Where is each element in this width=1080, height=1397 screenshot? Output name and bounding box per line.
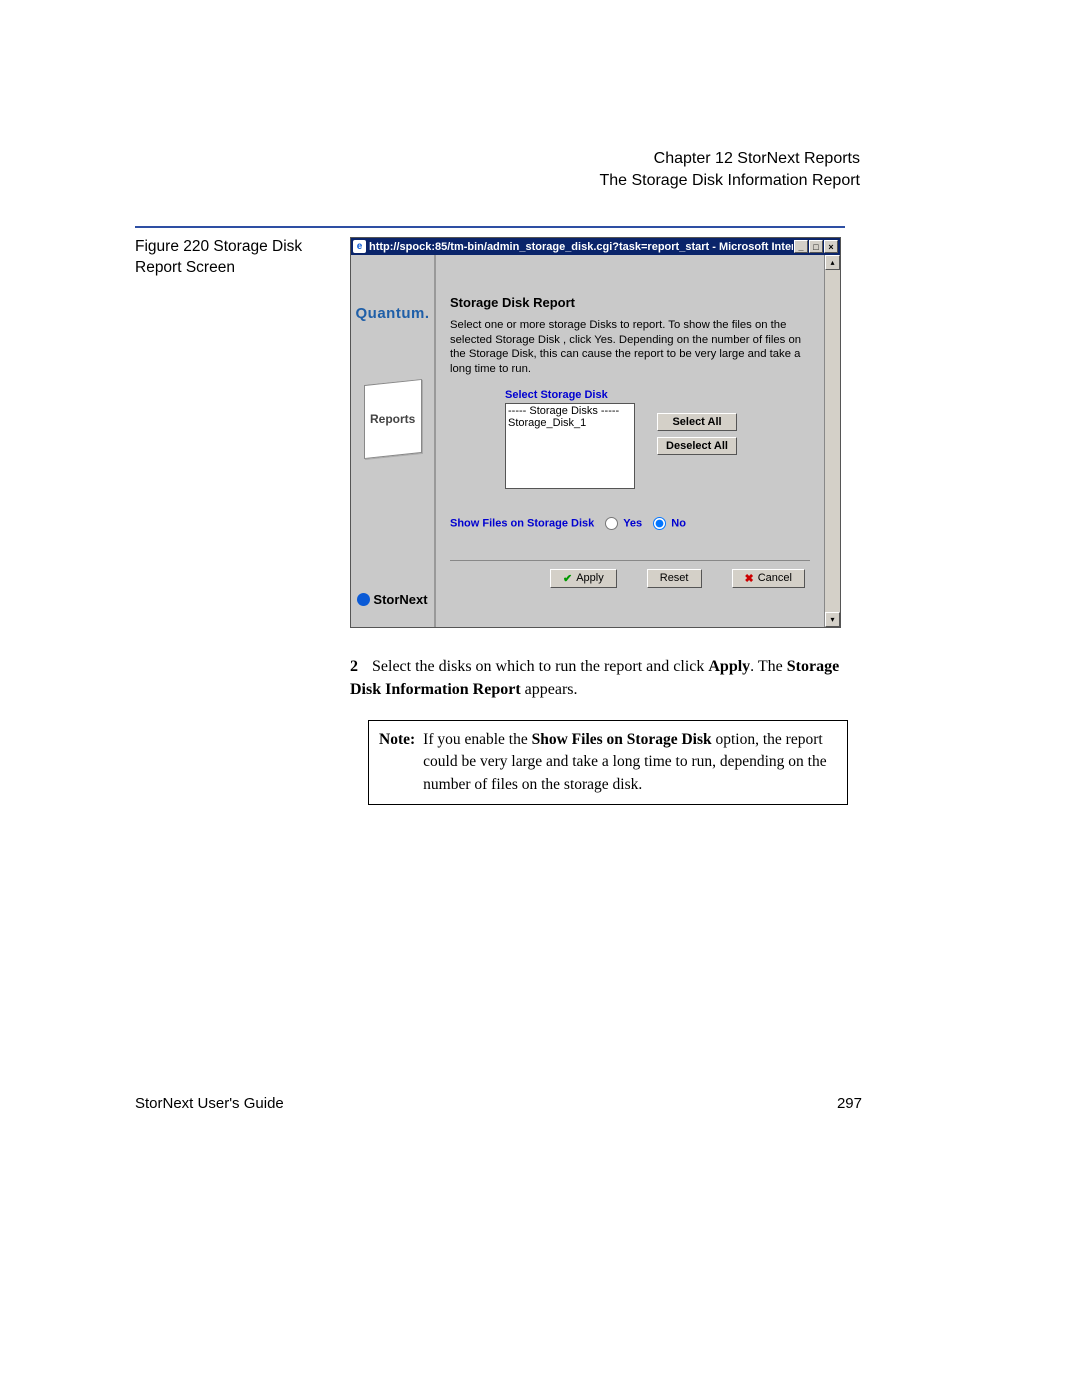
note-bold-1: Show Files on Storage Disk xyxy=(532,731,712,748)
stornext-dot-icon xyxy=(357,593,370,606)
book-label: Reports xyxy=(370,412,415,426)
report-panel: Storage Disk Report Select one or more s… xyxy=(436,255,824,627)
action-button-row: ✔ Apply Reset ✖ Cancel xyxy=(450,560,810,588)
show-files-label: Show Files on Storage Disk xyxy=(450,517,594,529)
storage-disk-listbox[interactable]: ----- Storage Disks ----- Storage_Disk_1 xyxy=(505,403,635,489)
report-description: Select one or more storage Disks to repo… xyxy=(450,318,810,377)
apply-button[interactable]: ✔ Apply xyxy=(550,569,617,588)
stornext-logo: StorNext xyxy=(357,592,427,607)
ie-icon: e xyxy=(353,240,366,253)
apply-bold: Apply xyxy=(708,658,750,675)
window-titlebar: e http://spock:85/tm-bin/admin_storage_d… xyxy=(351,238,840,255)
radio-no-label: No xyxy=(671,517,686,529)
note-body: If you enable the Show Files on Storage … xyxy=(423,729,837,796)
cancel-button[interactable]: ✖ Cancel xyxy=(732,569,805,588)
select-all-button[interactable]: Select All xyxy=(657,413,737,431)
reports-book-icon: Reports xyxy=(364,379,422,459)
reset-label: Reset xyxy=(660,572,689,584)
radio-yes-label: Yes xyxy=(623,517,642,529)
select-storage-disk-label: Select Storage Disk xyxy=(505,389,810,401)
page-header: Chapter 12 StorNext Reports The Storage … xyxy=(599,148,860,193)
note-label: Note: xyxy=(379,729,415,796)
deselect-all-button[interactable]: Deselect All xyxy=(657,437,737,455)
scroll-up-button[interactable]: ▴ xyxy=(825,255,840,270)
step-text-2: . The xyxy=(750,658,787,675)
screenshot-window: e http://spock:85/tm-bin/admin_storage_d… xyxy=(350,237,841,628)
close-button[interactable]: × xyxy=(824,240,838,253)
footer-guide-title: StorNext User's Guide xyxy=(135,1095,284,1112)
step-number: 2 xyxy=(350,655,368,678)
apply-label: Apply xyxy=(576,572,604,584)
show-files-yes-radio[interactable] xyxy=(605,517,618,530)
cancel-label: Cancel xyxy=(758,572,792,584)
list-item[interactable]: Storage_Disk_1 xyxy=(508,417,632,429)
header-rule xyxy=(135,226,845,228)
report-title: Storage Disk Report xyxy=(450,295,810,310)
list-item[interactable]: ----- Storage Disks ----- xyxy=(508,405,632,417)
vertical-scrollbar[interactable]: ▴ ▾ xyxy=(824,255,840,627)
footer-page-number: 297 xyxy=(837,1095,862,1112)
brand-logo: Quantum. xyxy=(356,305,430,322)
step-text-3: appears. xyxy=(521,681,578,698)
minimize-button[interactable]: _ xyxy=(794,240,808,253)
step-2-text: 2 Select the disks on which to run the r… xyxy=(350,655,850,701)
maximize-button[interactable]: □ xyxy=(809,240,823,253)
step-text-1: Select the disks on which to run the rep… xyxy=(372,658,708,675)
x-icon: ✖ xyxy=(745,572,754,585)
app-sidebar: Quantum. Reports StorNext xyxy=(351,255,436,627)
scroll-down-button[interactable]: ▾ xyxy=(825,612,840,627)
chapter-line: Chapter 12 StorNext Reports xyxy=(599,148,860,170)
note-box: Note: If you enable the Show Files on St… xyxy=(368,720,848,805)
product-name: StorNext xyxy=(373,592,427,607)
window-title: http://spock:85/tm-bin/admin_storage_dis… xyxy=(369,241,793,253)
figure-caption: Figure 220 Storage Disk Report Screen xyxy=(135,237,315,279)
check-icon: ✔ xyxy=(563,572,572,585)
show-files-option: Show Files on Storage Disk Yes No xyxy=(450,517,810,530)
note-text-1: If you enable the xyxy=(423,731,531,748)
section-line: The Storage Disk Information Report xyxy=(599,170,860,192)
show-files-no-radio[interactable] xyxy=(653,517,666,530)
reset-button[interactable]: Reset xyxy=(647,569,702,588)
